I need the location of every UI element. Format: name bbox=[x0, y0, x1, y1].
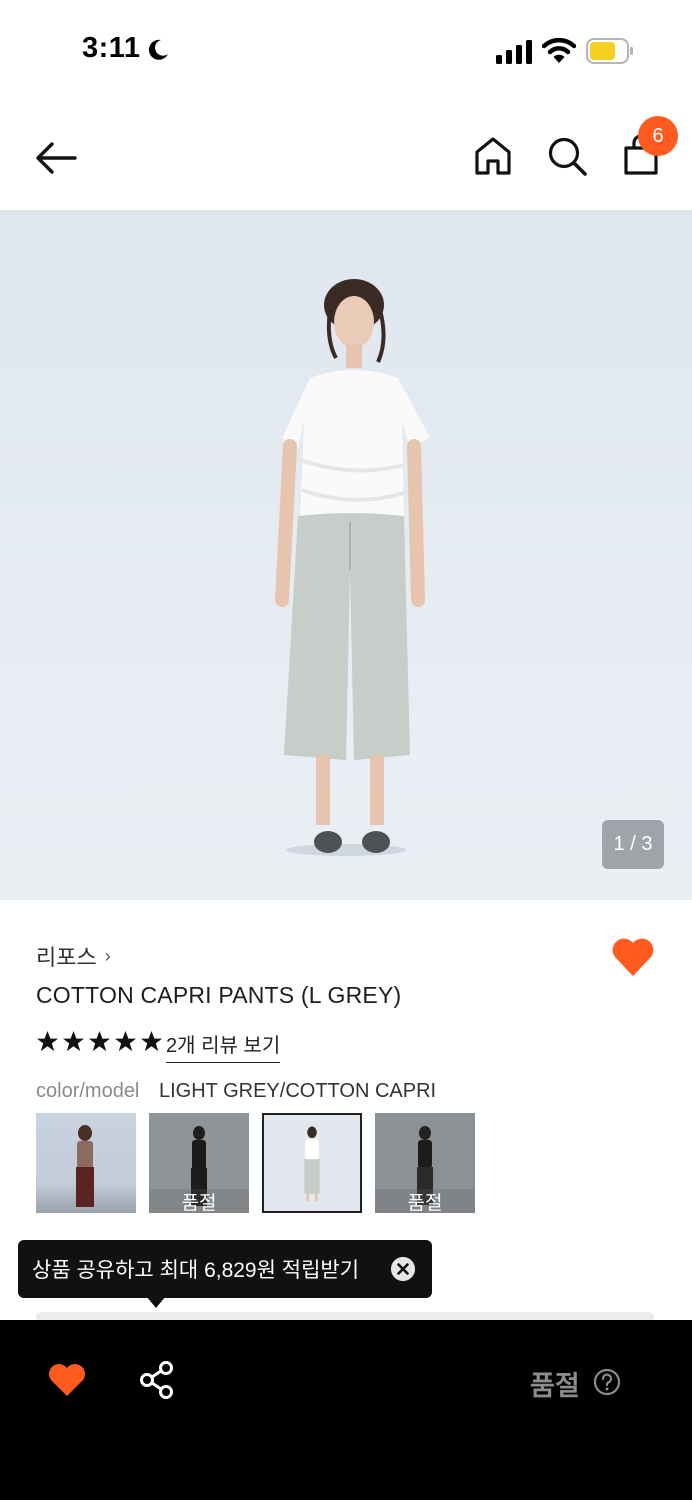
variant-thumbnails: 품절 품절 bbox=[36, 1113, 475, 1213]
sold-out-label: 품절 bbox=[149, 1189, 249, 1213]
signal-icon bbox=[496, 40, 532, 64]
reviews-link[interactable]: 2개 리뷰 보기 bbox=[166, 1029, 281, 1063]
moon-icon bbox=[148, 39, 168, 60]
image-pager: 1 / 3 bbox=[602, 820, 664, 869]
tooltip-arrow bbox=[146, 1296, 166, 1308]
variant-thumbnail-selected[interactable] bbox=[262, 1113, 362, 1213]
help-icon[interactable] bbox=[593, 1368, 621, 1396]
star-icon bbox=[62, 1030, 85, 1052]
rating-stars bbox=[36, 1030, 163, 1056]
star-icon bbox=[36, 1030, 59, 1052]
bottom-action-bar bbox=[0, 1320, 692, 1500]
sold-out-button[interactable]: 품절 bbox=[530, 1364, 580, 1403]
brand-name: 리포스 bbox=[36, 945, 97, 970]
variant-photo bbox=[304, 1126, 320, 1202]
search-icon[interactable] bbox=[546, 134, 588, 178]
star-icon bbox=[114, 1030, 137, 1052]
tooltip-text: 상품 공유하고 최대 6,829원 적립받기 bbox=[32, 1259, 360, 1282]
variant-thumbnail[interactable]: 품절 bbox=[149, 1113, 249, 1213]
wifi-icon bbox=[542, 37, 576, 63]
variant-thumbnail[interactable] bbox=[36, 1113, 136, 1213]
share-icon[interactable] bbox=[138, 1360, 176, 1400]
variant-thumbnail[interactable]: 품절 bbox=[375, 1113, 475, 1213]
heart-icon[interactable] bbox=[47, 1362, 87, 1398]
star-icon bbox=[140, 1030, 163, 1052]
product-title: COTTON CAPRI PANTS (L GREY) bbox=[36, 982, 402, 1008]
home-icon[interactable] bbox=[472, 134, 514, 178]
share-reward-tooltip: 상품 공유하고 최대 6,829원 적립받기 bbox=[18, 1240, 432, 1298]
star-icon bbox=[88, 1030, 111, 1052]
status-time: 3:11 bbox=[82, 32, 141, 64]
brand-link[interactable]: 리포스 › bbox=[36, 940, 111, 972]
battery-icon bbox=[586, 38, 633, 64]
variant-photo bbox=[76, 1125, 94, 1207]
back-arrow-icon[interactable] bbox=[34, 138, 78, 178]
chevron-right-icon: › bbox=[104, 945, 111, 966]
color-label: color/model bbox=[36, 1080, 140, 1102]
product-main-image[interactable] bbox=[0, 210, 692, 900]
model-photo bbox=[275, 279, 430, 856]
close-icon[interactable] bbox=[391, 1257, 415, 1281]
cart-count-badge: 6 bbox=[638, 116, 678, 156]
sold-out-label: 품절 bbox=[375, 1189, 475, 1213]
heart-icon[interactable] bbox=[610, 936, 656, 978]
color-value: LIGHT GREY/COTTON CAPRI bbox=[159, 1080, 437, 1102]
